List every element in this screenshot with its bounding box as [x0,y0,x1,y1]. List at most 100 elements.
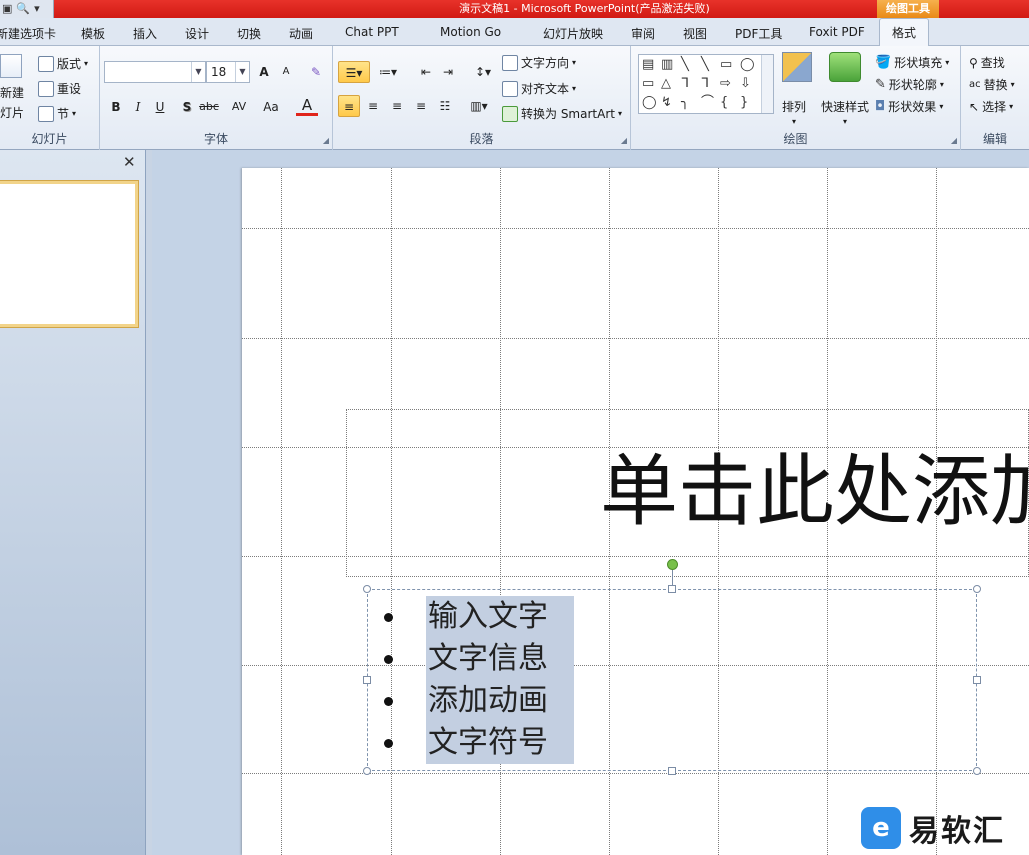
columns-icon[interactable]: ▥▾ [466,95,492,117]
font-name-combo[interactable]: ▼ [104,61,206,83]
chevron-down-icon[interactable]: ▼ [235,62,249,82]
section-button[interactable]: 节 ▾ [38,105,76,122]
new-slide-button[interactable]: 新建 灯片 [0,54,24,121]
font-size-combo[interactable]: 18 ▼ [206,61,250,83]
increase-indent-icon[interactable]: ⇥ [437,61,459,83]
tab-new-tab[interactable]: 新建选项卡 [0,25,56,42]
quick-styles-button[interactable]: 快速样式 ▾ [821,52,869,126]
tab-chat-ppt[interactable]: Chat PPT [345,25,399,39]
shape-item[interactable]: ╲ [681,57,689,73]
shape-item[interactable]: { [720,95,728,111]
tab-animations[interactable]: 动画 [289,25,313,42]
title-bar: ▣ 🔍 ▾ 演示文稿1 - Microsoft PowerPoint(产品激活失… [0,0,1029,18]
shape-item[interactable]: } [740,95,748,111]
font-color-button[interactable]: A [296,96,318,116]
find-button[interactable]: ⚲ 查找 [969,54,1005,71]
line-spacing-icon[interactable]: ↕▾ [470,61,496,83]
dialog-launcher-icon[interactable]: ◢ [951,136,957,145]
list-item[interactable]: 添加动画 [380,680,574,722]
title-placeholder-text[interactable]: 单击此处添加标题 [600,442,1029,542]
bullet-text[interactable]: 文字符号 [426,722,574,764]
resize-handle[interactable] [973,767,981,775]
resize-handle[interactable] [363,676,371,684]
distributed-icon[interactable]: ☷ [434,95,456,117]
shrink-font-button[interactable]: A [275,61,297,83]
char-spacing-button[interactable]: AV [224,96,254,118]
list-item[interactable]: 输入文字 [380,596,574,638]
slide-thumbnail[interactable] [0,181,138,327]
resize-handle[interactable] [363,767,371,775]
layout-button[interactable]: 版式 ▾ [38,55,88,72]
shape-item[interactable]: ▭ [642,76,654,92]
tab-motion-go[interactable]: Motion Go [440,25,501,39]
tab-review[interactable]: 审阅 [631,25,655,42]
align-center-icon[interactable]: ≡ [362,95,384,117]
tab-pdf-tools[interactable]: PDF工具 [735,25,782,42]
chevron-down-icon[interactable]: ▼ [191,62,205,82]
decrease-indent-icon[interactable]: ⇤ [415,61,437,83]
strikethrough-button[interactable]: abc [198,96,220,118]
resize-handle[interactable] [973,585,981,593]
tab-foxit-pdf[interactable]: Foxit PDF [809,25,865,39]
align-right-icon[interactable]: ≡ [386,95,408,117]
shape-item[interactable]: ⌒ [701,95,714,111]
select-button[interactable]: ↖ 选择 ▾ [969,98,1013,115]
grid-guide [242,773,1029,774]
smartart-button[interactable]: 转换为 SmartArt ▾ [502,105,622,122]
shape-item[interactable]: ᒣ [681,76,689,92]
shape-item[interactable]: ╮ [681,95,689,111]
tab-template[interactable]: 模板 [81,25,105,42]
numbering-button[interactable]: ≔▾ [373,61,403,83]
underline-button[interactable]: U [149,96,171,118]
text-direction-button[interactable]: 文字方向 ▾ [502,54,576,71]
shape-item[interactable]: ⇨ [720,76,731,92]
dialog-launcher-icon[interactable]: ◢ [323,136,329,145]
shadow-button[interactable]: S [176,96,198,118]
shapes-gallery[interactable]: ▤ ▥ ╲ ╲ ▭ ◯ ▭ △ ᒣ ᒣ ⇨ ⇩ ◯ ↯ ╮ ⌒ { } [638,54,774,114]
clear-format-icon[interactable]: ✎ [305,61,327,83]
shape-item[interactable]: ▥ [661,57,673,73]
dialog-launcher-icon[interactable]: ◢ [621,136,627,145]
bold-button[interactable]: B [105,96,127,118]
shape-outline-button[interactable]: ✎ 形状轮廓 ▾ [875,76,944,93]
resize-handle[interactable] [668,767,676,775]
arrange-button[interactable]: 排列 ▾ [782,52,812,126]
tab-insert[interactable]: 插入 [133,25,157,42]
shape-fill-button[interactable]: 🪣 形状填充 ▾ [875,54,949,71]
shape-item[interactable]: ◯ [642,95,657,111]
shape-effects-button[interactable]: ◘ 形状效果 ▾ [875,98,943,115]
replace-button[interactable]: ac 替换 ▾ [969,76,1015,93]
resize-handle[interactable] [668,585,676,593]
align-left-icon[interactable]: ≡ [338,95,360,117]
align-text-button[interactable]: 对齐文本 ▾ [502,80,576,97]
shape-item[interactable]: ↯ [661,95,672,111]
rotate-handle[interactable] [667,559,678,570]
tab-slideshow[interactable]: 幻灯片放映 [543,25,603,42]
shape-item[interactable]: ᒣ [701,76,709,92]
tab-view[interactable]: 视图 [683,25,707,42]
grow-font-button[interactable]: A [253,61,275,83]
list-item[interactable]: 文字信息 [380,638,574,680]
gallery-scrollbar[interactable] [761,55,773,113]
shape-item[interactable]: ╲ [701,57,709,73]
shape-item[interactable]: ▭ [720,57,732,73]
tab-transitions[interactable]: 切换 [237,25,261,42]
shape-item[interactable]: △ [661,76,671,92]
resize-handle[interactable] [363,585,371,593]
resize-handle[interactable] [973,676,981,684]
shape-item[interactable]: ⇩ [740,76,751,92]
bullets-button[interactable]: ☰▾ [338,61,370,83]
shape-item[interactable]: ▤ [642,57,654,73]
shape-item[interactable]: ◯ [740,57,755,73]
tab-design[interactable]: 设计 [185,25,209,42]
tab-format[interactable]: 格式 [879,18,930,47]
justify-icon[interactable]: ≡ [410,95,432,117]
change-case-button[interactable]: Aa [256,96,286,118]
list-item[interactable]: 文字符号 [380,722,574,764]
bullet-text[interactable]: 添加动画 [426,680,574,722]
reset-button[interactable]: 重设 [38,80,81,97]
bullet-text[interactable]: 输入文字 [426,596,574,638]
bullet-text[interactable]: 文字信息 [426,638,574,680]
close-icon[interactable]: ✕ [123,153,136,171]
italic-button[interactable]: I [127,96,149,118]
